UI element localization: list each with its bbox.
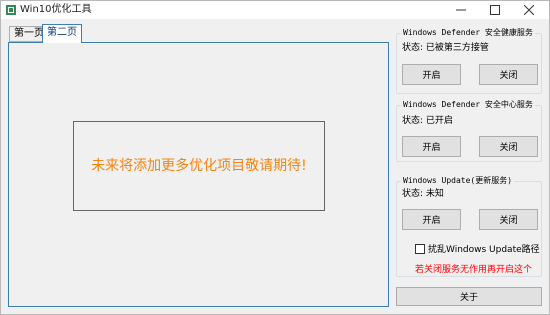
- main-window: Win10优化工具 第一页 第二页 未来将添加更多优化项目敬请期待! Windo…: [0, 0, 550, 315]
- windows-update-warning: 若关闭服务无作用再开启这个: [415, 265, 533, 275]
- defender-health-enable-button[interactable]: 开启: [402, 64, 461, 85]
- scramble-update-path-option[interactable]: 扰乱Windows Update路径: [415, 242, 540, 255]
- scramble-update-path-label[interactable]: 扰乱Windows Update路径: [428, 242, 540, 255]
- tab-content-panel: 未来将添加更多优化项目敬请期待!: [8, 42, 389, 307]
- notice-box: 未来将添加更多优化项目敬请期待!: [73, 121, 325, 211]
- defender-health-status: 状态: 已被第三方接管: [402, 43, 489, 53]
- tab-page-2[interactable]: 第二页: [42, 24, 82, 43]
- defender-center-disable-button[interactable]: 关闭: [479, 136, 538, 157]
- about-button[interactable]: 关于: [396, 287, 542, 306]
- defender-center-group: Windows Defender 安全中心服务 状态: 已开启 开启 关闭: [396, 99, 542, 162]
- defender-center-title: Windows Defender 安全中心服务: [401, 99, 535, 111]
- windows-update-group: Windows Update(更新服务) 状态: 未知 开启 关闭 扰乱Wind…: [396, 175, 542, 277]
- defender-health-group: Windows Defender 安全健康服务 状态: 已被第三方接管 开启 关…: [396, 27, 542, 94]
- windows-update-enable-button[interactable]: 开启: [402, 209, 461, 230]
- title-bar[interactable]: Win10优化工具: [1, 1, 549, 19]
- defender-health-title: Windows Defender 安全健康服务: [401, 27, 535, 39]
- windows-update-status: 状态: 未知: [402, 189, 444, 199]
- app-icon: [6, 5, 16, 15]
- scramble-update-path-checkbox[interactable]: [415, 243, 425, 254]
- windows-update-disable-button[interactable]: 关闭: [479, 209, 538, 230]
- defender-health-disable-button[interactable]: 关闭: [479, 64, 538, 85]
- defender-center-enable-button[interactable]: 开启: [402, 136, 461, 157]
- window-title: Win10优化工具: [20, 4, 92, 15]
- close-button[interactable]: [514, 1, 544, 19]
- notice-text: 未来将添加更多优化项目敬请期待!: [91, 158, 307, 174]
- minimize-button[interactable]: [446, 1, 476, 19]
- minimize-icon: [456, 9, 466, 11]
- maximize-button[interactable]: [480, 1, 510, 19]
- close-icon: [524, 5, 534, 15]
- defender-center-status: 状态: 已开启: [402, 116, 453, 126]
- maximize-icon: [490, 5, 500, 15]
- windows-update-title: Windows Update(更新服务): [401, 175, 515, 187]
